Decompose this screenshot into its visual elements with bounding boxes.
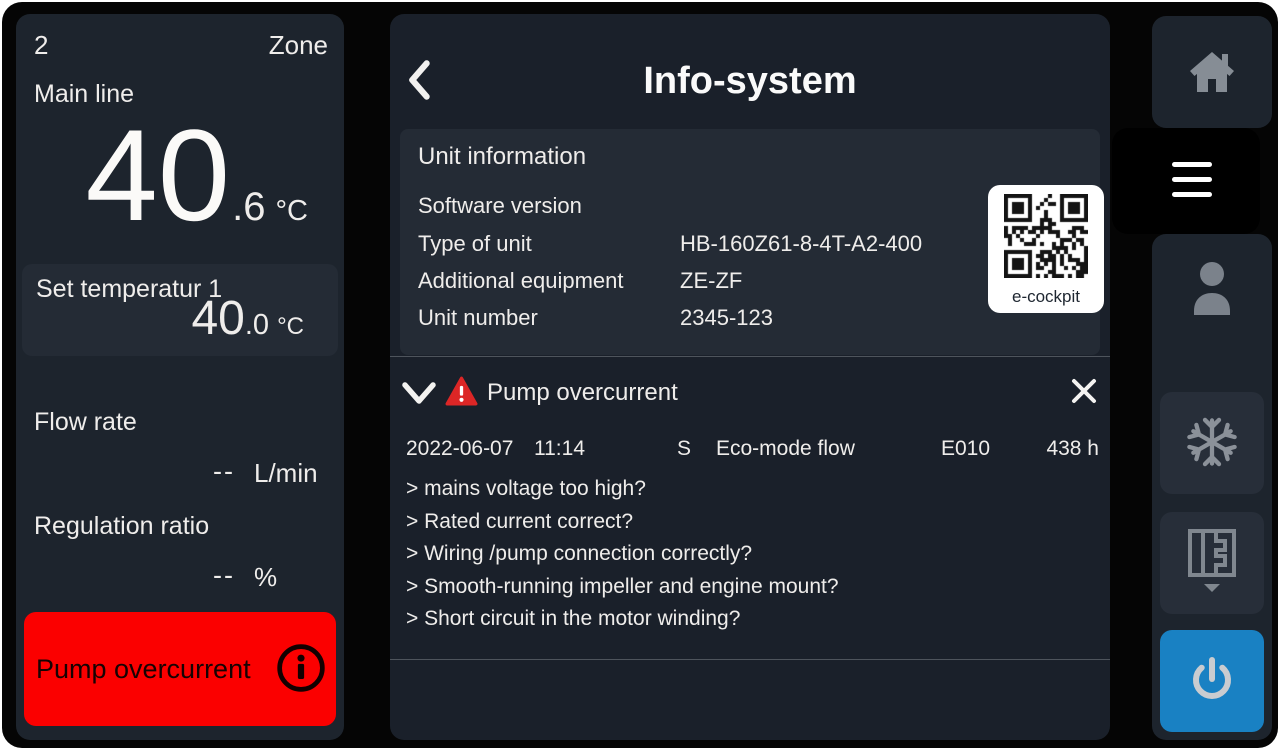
zone-number: 2 [34,30,48,61]
zone-header: 2 Zone [34,30,328,61]
regulation-ratio-value: -- [213,560,235,591]
alarm-entry-header: Pump overcurrent [390,374,1110,414]
zone-panel: 2 Zone Main line 40 .6 °C Set temperatur… [16,14,344,740]
main-temp-decimal: .6 [232,185,265,230]
device-screen: 2 Zone Main line 40 .6 °C Set temperatur… [2,2,1278,748]
info-icon [276,643,326,696]
active-menu-tab [1112,128,1260,234]
checklist-item: > Short circuit in the motor winding? [406,603,1096,636]
snowflake-icon [1184,414,1240,473]
sidebar-bottom-segment [1152,234,1272,740]
main-line-temperature: 40 .6 °C [85,110,308,240]
flow-rate-label: Flow rate [34,408,137,437]
qr-code-card: e-cockpit [990,187,1102,311]
home-icon [1188,50,1236,97]
mold-icon [1186,528,1238,599]
separator [390,356,1110,357]
sidebar-top-segment [1152,16,1272,128]
set-temp-unit: °C [277,313,304,341]
set-temperature-box[interactable]: Set temperatur 1 40 .0 °C [22,264,338,356]
alarm-button[interactable]: Pump overcurrent [24,612,336,726]
chevron-down-icon [402,393,436,408]
checklist-item: > mains voltage too high? [406,473,1096,506]
warning-icon [445,376,478,411]
checklist-item: > Rated current correct? [406,506,1096,539]
checklist-item: > Smooth-running impeller and engine mou… [406,571,1096,604]
zone-label: Zone [269,30,328,61]
collapse-button[interactable] [400,380,438,408]
user-button[interactable] [1152,258,1272,320]
alarm-class: S [677,437,691,461]
close-button[interactable] [1068,376,1100,408]
set-temperature-value: 40 .0 °C [191,291,304,346]
page-title: Info-system [390,60,1110,103]
flow-rate-unit: L/min [254,458,318,489]
alarm-title: Pump overcurrent [487,379,678,407]
main-temp-integer: 40 [85,110,230,240]
alarm-meta-row: 2022-06-07 11:14 S Eco-mode flow E010 43… [390,437,1110,463]
alarm-button-label: Pump overcurrent [36,654,251,685]
menu-button[interactable] [1112,128,1260,234]
qr-code-label: e-cockpit [990,287,1102,307]
home-button[interactable] [1152,42,1272,104]
alarm-time: 11:14 [534,437,585,461]
alarm-operating-hours: 438 h [1046,437,1099,461]
info-system-panel: Info-system Unit information Software ve… [390,14,1110,740]
separator [390,659,1110,660]
regulation-ratio-label: Regulation ratio [34,512,209,541]
alarm-checklist: > mains voltage too high? > Rated curren… [406,473,1096,636]
alarm-error-code: E010 [941,437,990,461]
user-icon [1189,259,1235,320]
main-temp-unit: °C [275,195,308,228]
unit-information-box: Unit information Software version Type o… [400,129,1100,355]
checklist-item: > Wiring /pump connection correctly? [406,538,1096,571]
set-temp-decimal: .0 [245,309,269,342]
close-icon [1070,393,1098,408]
unit-information-title: Unit information [418,143,586,171]
alarm-mode: Eco-mode flow [716,437,855,461]
mold-button[interactable] [1160,512,1264,614]
regulation-ratio-unit: % [254,562,277,593]
flow-rate-value: -- [213,456,235,487]
qr-code [1004,194,1088,278]
alarm-date: 2022-06-07 [406,437,513,461]
power-button[interactable] [1160,630,1264,732]
power-icon [1185,653,1239,710]
set-temp-integer: 40 [191,291,244,346]
cooling-button[interactable] [1160,392,1264,494]
